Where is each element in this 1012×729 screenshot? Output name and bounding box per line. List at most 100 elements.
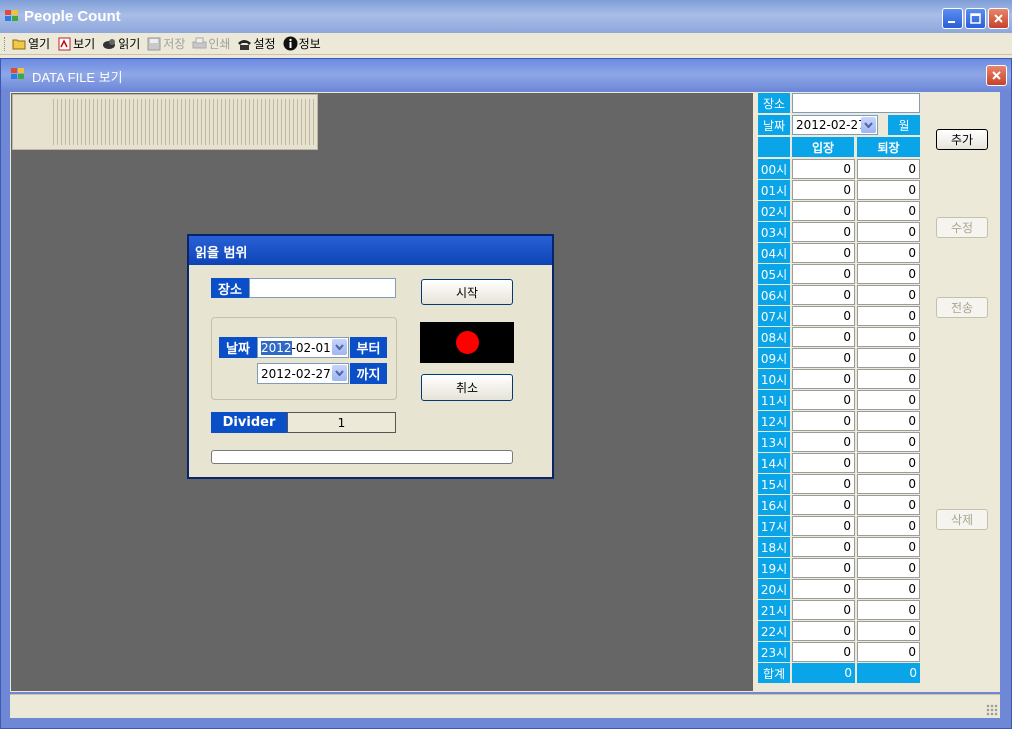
grid-place-label: 장소	[758, 93, 790, 113]
hour-out-value[interactable]: 0	[857, 264, 920, 284]
delete-button[interactable]: 삭제	[936, 509, 988, 530]
hour-out-value[interactable]: 0	[857, 537, 920, 557]
film-strip-panel	[12, 94, 318, 150]
chevron-down-icon[interactable]	[861, 117, 876, 133]
hour-out-value[interactable]: 0	[857, 180, 920, 200]
hour-in-value[interactable]: 0	[792, 600, 855, 620]
to-suffix-label: 까지	[350, 363, 387, 384]
hour-out-value[interactable]: 0	[857, 327, 920, 347]
grid-day-label: 월	[888, 115, 920, 135]
hour-label: 18시	[758, 537, 790, 557]
hour-in-value[interactable]: 0	[792, 621, 855, 641]
hour-in-value[interactable]: 0	[792, 579, 855, 599]
hour-out-value[interactable]: 0	[857, 222, 920, 242]
from-date-year: 2012	[261, 340, 292, 355]
hour-label: 21시	[758, 600, 790, 620]
hour-in-value[interactable]: 0	[792, 327, 855, 347]
hour-out-value[interactable]: 0	[857, 390, 920, 410]
toolbar-print-button[interactable]: 인쇄	[192, 35, 230, 52]
status-bar	[10, 694, 1000, 718]
hour-out-value[interactable]: 0	[857, 306, 920, 326]
minimize-button[interactable]	[942, 8, 963, 29]
hour-out-value[interactable]: 0	[857, 201, 920, 221]
divider-value[interactable]: 1	[287, 412, 396, 433]
hour-in-value[interactable]: 0	[792, 159, 855, 179]
dialog-place-label: 장소	[211, 278, 249, 298]
toolbar-grip[interactable]	[4, 36, 7, 51]
hour-in-value[interactable]: 0	[792, 222, 855, 242]
hour-in-value[interactable]: 0	[792, 369, 855, 389]
child-app-icon	[11, 68, 24, 79]
print-icon	[192, 36, 207, 51]
from-date-picker[interactable]: 2012 -02-01	[257, 337, 349, 358]
toolbar-view-button[interactable]: 보기	[57, 35, 95, 52]
hour-out-value[interactable]: 0	[857, 411, 920, 431]
hour-out-value[interactable]: 0	[857, 243, 920, 263]
hour-out-value[interactable]: 0	[857, 558, 920, 578]
toolbar-info-button[interactable]: 정보	[283, 35, 321, 52]
hour-in-value[interactable]: 0	[792, 390, 855, 410]
hour-label: 17시	[758, 516, 790, 536]
dialog-title[interactable]: 읽을 범위	[189, 236, 552, 265]
hour-in-value[interactable]: 0	[792, 516, 855, 536]
hour-out-value[interactable]: 0	[857, 159, 920, 179]
chevron-down-icon[interactable]	[332, 365, 347, 381]
toolbar-read-button[interactable]: 읽기	[102, 35, 140, 52]
resize-grip[interactable]	[986, 704, 998, 716]
hour-in-value[interactable]: 0	[792, 306, 855, 326]
hour-in-value[interactable]: 0	[792, 432, 855, 452]
hour-out-value[interactable]: 0	[857, 642, 920, 662]
hour-in-value[interactable]: 0	[792, 243, 855, 263]
toolbar-save-button[interactable]: 저장	[147, 35, 185, 52]
dialog-body: 장소 시작 날짜 2012 -02-01 부터 2012-02-27 까지 취소 …	[189, 265, 552, 477]
hour-out-value[interactable]: 0	[857, 579, 920, 599]
grid-date-value: 2012-02-27	[796, 118, 866, 132]
add-button[interactable]: 추가	[936, 129, 988, 150]
toolbar: 열기 보기 읽기 저장 인쇄 설정 정보	[0, 33, 1012, 55]
hour-in-value[interactable]: 0	[792, 201, 855, 221]
hour-out-value[interactable]: 0	[857, 621, 920, 641]
hour-in-value[interactable]: 0	[792, 411, 855, 431]
hour-out-value[interactable]: 0	[857, 516, 920, 536]
dialog-place-input[interactable]	[249, 278, 396, 298]
hour-in-value[interactable]: 0	[792, 348, 855, 368]
grid-date-picker[interactable]: 2012-02-27	[792, 115, 878, 135]
grid-date-label: 날짜	[758, 115, 790, 135]
send-button[interactable]: 전송	[936, 297, 988, 318]
hour-in-value[interactable]: 0	[792, 642, 855, 662]
toolbar-settings-button[interactable]: 설정	[237, 35, 276, 52]
child-title-bar[interactable]: DATA FILE 보기	[1, 59, 1011, 90]
chevron-down-icon[interactable]	[332, 339, 347, 355]
hour-in-value[interactable]: 0	[792, 180, 855, 200]
grid-out-header: 퇴장	[857, 137, 920, 157]
hour-in-value[interactable]: 0	[792, 474, 855, 494]
hour-out-value[interactable]: 0	[857, 600, 920, 620]
hour-in-value[interactable]: 0	[792, 537, 855, 557]
to-date-picker[interactable]: 2012-02-27	[257, 363, 349, 384]
hour-in-value[interactable]: 0	[792, 495, 855, 515]
hour-in-value[interactable]: 0	[792, 264, 855, 284]
toolbar-open-button[interactable]: 열기	[12, 35, 50, 52]
start-button[interactable]: 시작	[421, 279, 513, 305]
main-title-bar[interactable]: People Count	[0, 0, 1012, 33]
grid-place-input[interactable]	[792, 93, 920, 113]
hour-out-value[interactable]: 0	[857, 348, 920, 368]
hour-out-value[interactable]: 0	[857, 369, 920, 389]
cancel-button[interactable]: 취소	[421, 374, 513, 401]
hour-out-value[interactable]: 0	[857, 495, 920, 515]
from-suffix-label: 부터	[350, 337, 387, 358]
hour-in-value[interactable]: 0	[792, 558, 855, 578]
child-close-button[interactable]	[986, 65, 1007, 86]
hour-label: 22시	[758, 621, 790, 641]
maximize-button[interactable]	[965, 8, 986, 29]
hour-out-value[interactable]: 0	[857, 432, 920, 452]
edit-button[interactable]: 수정	[936, 217, 988, 238]
close-button[interactable]	[988, 8, 1009, 29]
hour-out-value[interactable]: 0	[857, 453, 920, 473]
hour-in-value[interactable]: 0	[792, 453, 855, 473]
hour-out-value[interactable]: 0	[857, 285, 920, 305]
hour-label: 04시	[758, 243, 790, 263]
hour-in-value[interactable]: 0	[792, 285, 855, 305]
save-icon	[147, 36, 162, 51]
hour-out-value[interactable]: 0	[857, 474, 920, 494]
